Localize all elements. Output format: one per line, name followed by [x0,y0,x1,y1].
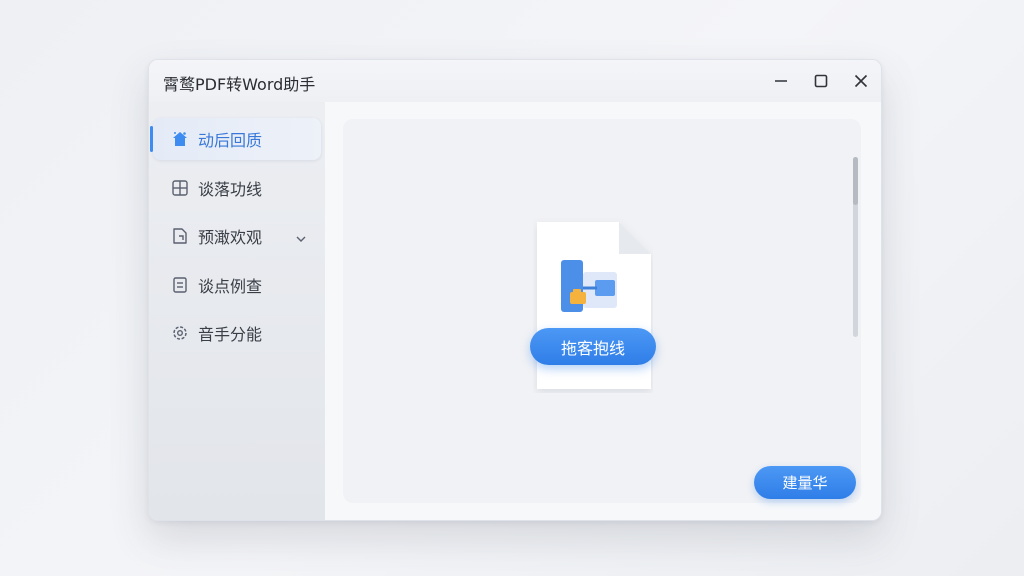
document-illustration [533,218,653,393]
sidebar-item-records[interactable]: 谈点例查 [153,264,321,306]
close-icon [854,74,868,88]
minimize-icon [775,80,787,82]
title-bar: 霄鹜PDF转Word助手 [149,60,881,102]
sidebar-item-label: 预澉欢观 [198,228,263,247]
sidebar-item-label: 音手分能 [198,325,263,344]
list-doc-icon [171,276,189,294]
file-transfer-icon [561,260,617,312]
sidebar-item-home[interactable]: 动后回质 [150,118,321,160]
home-icon [171,130,189,148]
drag-upload-button[interactable]: 拖客抱线 [530,328,656,365]
scrollbar-thumb[interactable] [853,157,858,205]
chevron-down-icon[interactable] [295,230,307,242]
sidebar-item-preview[interactable]: 预澉欢观 [153,215,321,257]
sidebar: 动后回质 谈落功线 预澉欢观 谈点例查 音手分能 [149,102,325,520]
sidebar-item-label: 动后回质 [198,131,263,150]
sidebar-item-functions[interactable]: 谈落功线 [153,167,321,209]
app-title: 霄鹜PDF转Word助手 [163,75,316,94]
document-fold-icon [171,227,189,245]
maximize-icon [814,74,828,88]
sidebar-item-settings[interactable]: 音手分能 [153,312,321,354]
sidebar-item-label: 谈落功线 [198,180,263,199]
confirm-button[interactable]: 建量华 [754,466,856,499]
gear-icon [171,324,189,342]
maximize-button[interactable] [806,66,836,96]
app-window: 霄鹜PDF转Word助手 动后回质 谈落功线 预澉欢观 谈点例查 音手分能 拖客… [148,59,882,521]
scrollbar[interactable] [853,157,858,337]
minimize-button[interactable] [766,66,796,96]
close-button[interactable] [846,66,876,96]
sidebar-item-label: 谈点例查 [198,277,263,296]
grid-icon [171,179,189,197]
